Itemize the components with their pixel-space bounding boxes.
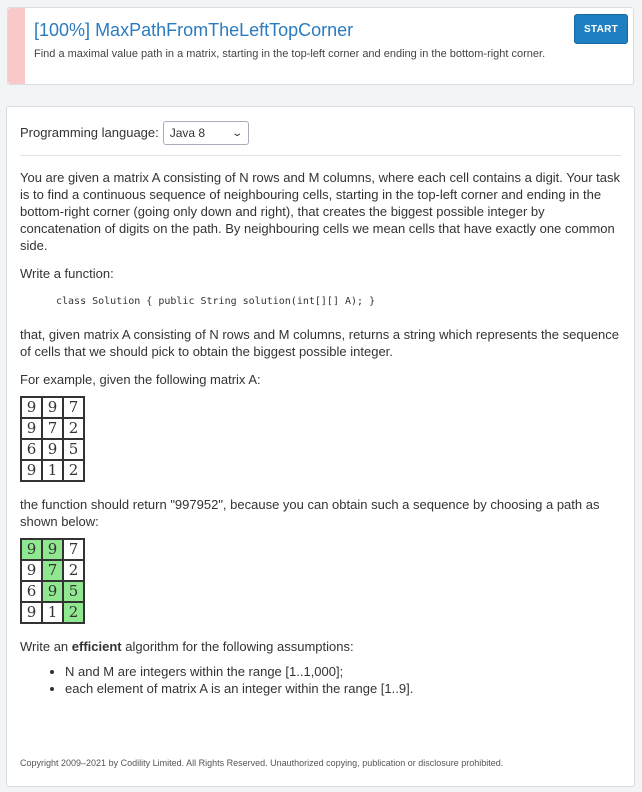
matrix-row: 695 bbox=[20, 438, 85, 461]
matrix-row: 997 bbox=[20, 538, 85, 561]
task-title: [100%] MaxPathFromTheLeftTopCorner bbox=[34, 20, 353, 41]
example-result: the function should return "997952", bec… bbox=[20, 497, 600, 529]
task-name: MaxPathFromTheLeftTopCorner bbox=[95, 20, 354, 40]
matrix-cell: 9 bbox=[41, 538, 64, 561]
matrix-cell: 5 bbox=[62, 580, 85, 603]
matrix-cell: 9 bbox=[20, 396, 43, 419]
task-content: You are given a matrix A consisting of N… bbox=[20, 169, 620, 707]
description-paragraph: You are given a matrix A consisting of N… bbox=[20, 170, 621, 253]
matrix-cell: 7 bbox=[62, 396, 85, 419]
matrix-cell: 9 bbox=[41, 396, 64, 419]
matrix-cell: 9 bbox=[20, 538, 43, 561]
matrix-cell: 6 bbox=[20, 438, 43, 461]
matrix-cell: 2 bbox=[62, 559, 85, 582]
assumptions-list: N and M are integers within the range [1… bbox=[20, 663, 620, 697]
copyright-notice: Copyright 2009–2021 by Codility Limited.… bbox=[20, 758, 504, 768]
matrix-cell: 7 bbox=[41, 559, 64, 582]
function-signature: class Solution { public String solution(… bbox=[56, 296, 376, 307]
matrix-cell: 9 bbox=[20, 559, 43, 582]
write-function-text: Write a function: bbox=[20, 266, 114, 281]
task-score: [100%] bbox=[34, 20, 91, 40]
efficient-keyword: efficient bbox=[71, 639, 122, 654]
start-button[interactable]: START bbox=[574, 14, 628, 44]
matrix-cell: 1 bbox=[41, 459, 64, 482]
assumptions-intro-post: algorithm for the following assumptions: bbox=[121, 639, 354, 654]
matrix-cell: 7 bbox=[41, 417, 64, 440]
language-selected-value: Java 8 bbox=[169, 126, 206, 140]
matrix-cell: 1 bbox=[41, 601, 64, 624]
language-select[interactable]: Java 8 ⌄ bbox=[162, 121, 249, 145]
matrix-row: 972 bbox=[20, 559, 85, 582]
matrix-row: 997 bbox=[20, 396, 85, 419]
task-description-card: Programming language: Java 8 ⌄ You are g… bbox=[6, 106, 635, 787]
matrix-cell: 9 bbox=[20, 459, 43, 482]
status-strip bbox=[8, 8, 25, 84]
language-label: Programming language: bbox=[20, 125, 159, 140]
path-matrix: 997972695912 bbox=[20, 538, 85, 624]
matrix-cell: 7 bbox=[62, 538, 85, 561]
assumptions-intro-pre: Write an bbox=[20, 639, 72, 654]
chevron-down-icon: ⌄ bbox=[231, 127, 244, 139]
matrix-cell: 5 bbox=[62, 438, 85, 461]
assumption-item: each element of matrix A is an integer w… bbox=[65, 680, 620, 697]
matrix-cell: 2 bbox=[62, 601, 85, 624]
matrix-row: 695 bbox=[20, 580, 85, 603]
assumptions-intro: Write an efficient algorithm for the fol… bbox=[20, 638, 620, 655]
matrix-cell: 2 bbox=[62, 459, 85, 482]
assumption-item: N and M are integers within the range [1… bbox=[65, 663, 620, 680]
return-description: that, given matrix A consisting of N row… bbox=[20, 327, 620, 359]
example-matrix: 997972695912 bbox=[20, 396, 85, 482]
task-header-card: [100%] MaxPathFromTheLeftTopCorner Find … bbox=[7, 7, 634, 85]
matrix-cell: 9 bbox=[20, 601, 43, 624]
task-subtitle: Find a maximal value path in a matrix, s… bbox=[34, 48, 546, 60]
matrix-cell: 2 bbox=[62, 417, 85, 440]
matrix-cell: 9 bbox=[20, 417, 43, 440]
matrix-cell: 9 bbox=[41, 580, 64, 603]
matrix-row: 912 bbox=[20, 601, 85, 624]
matrix-cell: 9 bbox=[41, 438, 64, 461]
matrix-cell: 6 bbox=[20, 580, 43, 603]
language-row: Programming language: Java 8 ⌄ bbox=[20, 121, 621, 156]
example-intro: For example, given the following matrix … bbox=[20, 372, 261, 387]
matrix-row: 912 bbox=[20, 459, 85, 482]
matrix-row: 972 bbox=[20, 417, 85, 440]
